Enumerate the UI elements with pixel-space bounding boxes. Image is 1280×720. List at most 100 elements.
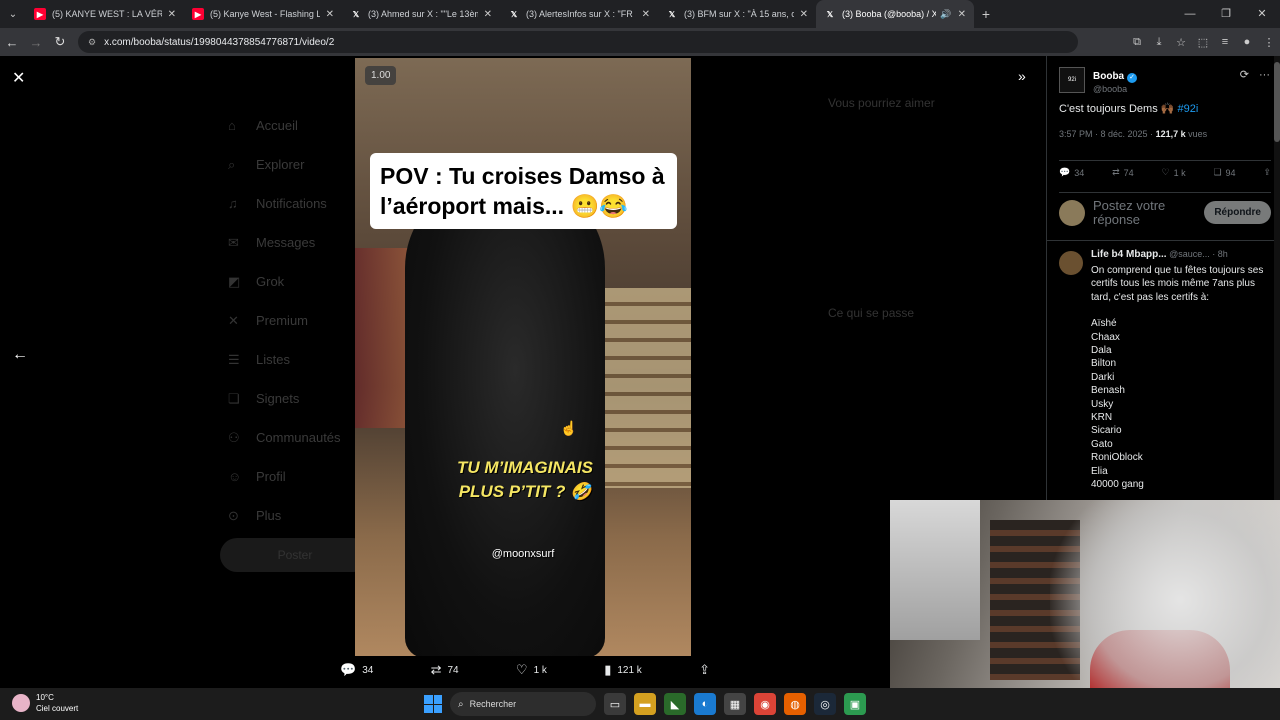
comment-author[interactable]: Life b4 Mbapp... (1091, 249, 1167, 260)
weather-widget[interactable]: 10°C Ciel couvert (12, 692, 78, 714)
firefox-icon[interactable]: ◍ (784, 693, 806, 715)
chrome-icon[interactable]: ◉ (754, 693, 776, 715)
back-icon[interactable]: ← (0, 35, 24, 50)
url-field[interactable]: ⚙ x.com/booba/status/1998044378854776871… (78, 31, 1078, 53)
close-icon[interactable]: ✕ (642, 9, 650, 20)
taskbar: 10°C Ciel couvert ⌕ Rechercher ▭ ▬ ◣ ◐ ▦ … (0, 688, 1280, 720)
close-icon[interactable]: ✕ (12, 68, 25, 88)
reply-input[interactable]: Postez votre réponse (1093, 198, 1204, 227)
comment-header: Life b4 Mbapp... @sauce... · 8h (1091, 249, 1269, 260)
comment-item[interactable]: Life b4 Mbapp... @sauce... · 8h On compr… (1047, 240, 1280, 500)
close-icon[interactable]: ✕ (484, 9, 492, 20)
tab-search-icon[interactable]: ⌄ (0, 0, 26, 28)
edge-icon[interactable]: ◐ (694, 693, 716, 715)
share-button[interactable]: ⇪ (1263, 167, 1271, 178)
weather-temp: 10°C (36, 693, 54, 702)
expand-panel-icon[interactable]: » (1018, 68, 1026, 84)
close-icon[interactable]: ✕ (800, 9, 808, 20)
heart-icon: ♡ (1161, 167, 1170, 177)
more-options-icon[interactable]: ··· (1259, 69, 1270, 81)
taskbar-apps: ▭ ▬ ◣ ◐ ▦ ◉ ◍ ◎ ▣ (604, 693, 866, 715)
speaker-icon[interactable]: 🔊 (940, 9, 951, 20)
browser-tab[interactable]: ▶ (5) Kanye West - Flashing Light ✕ (184, 0, 342, 28)
list-item: RoniOblock (1091, 452, 1143, 464)
share-button[interactable]: ⇪ (699, 662, 710, 678)
list-item: Chaax (1091, 331, 1120, 343)
like-button[interactable]: ♡ 1 k (516, 662, 547, 678)
forward-icon[interactable]: → (24, 35, 48, 50)
like-button[interactable]: ♡ 1 k (1162, 167, 1186, 178)
views-button[interactable]: ▮ 121 k (604, 662, 642, 678)
bg-nav-item: ❏ Signets (228, 390, 300, 407)
video-caption: POV : Tu croises Damso à l’aéroport mais… (370, 153, 677, 229)
url-text: x.com/booba/status/1998044378854776871/v… (104, 36, 335, 48)
tweet-text: C'est toujours Dems 🙌🏾 #92i (1059, 103, 1199, 115)
media-icon[interactable]: ≡ (1214, 36, 1236, 49)
repost-button[interactable]: ⇄ 74 (431, 662, 459, 678)
scrollbar-thumb[interactable] (1274, 62, 1280, 142)
profile-icon[interactable]: ● (1236, 36, 1258, 49)
new-tab-button[interactable]: + (974, 6, 998, 22)
mouse-cursor-icon: ☝ (560, 420, 578, 436)
menu-icon[interactable]: ⋮ (1258, 36, 1280, 49)
bookmark-button[interactable]: ❏ 94 (1213, 167, 1235, 178)
author-block[interactable]: 92i Booba ✓ @booba (1059, 66, 1138, 94)
youtube-icon: ▶ (34, 8, 46, 20)
browser-tab[interactable]: ▶ (5) KANYE WEST : LA VÉRITÉ CH ✕ (26, 0, 184, 28)
list-item: Dala (1091, 345, 1112, 357)
video-scene (405, 178, 605, 656)
reply-button[interactable]: 💬 34 (1059, 167, 1084, 178)
site-info-icon[interactable]: ⚙ (88, 37, 96, 48)
avatar[interactable] (1059, 251, 1083, 275)
webcam-overlay (890, 500, 1280, 688)
bookmark-star-icon[interactable]: ☆ (1170, 36, 1192, 49)
extensions-icon[interactable]: ⬚ (1192, 36, 1214, 49)
tab-title: (3) AlertesInfos sur X : "FR FL (526, 9, 636, 19)
avatar[interactable]: 92i (1059, 67, 1085, 93)
comment-handle[interactable]: @sauce... (1169, 249, 1210, 259)
tab-title: (3) Booba (@booba) / X (842, 9, 937, 19)
store-icon[interactable]: ▦ (724, 693, 746, 715)
reply-submit-button[interactable]: Répondre (1204, 201, 1271, 224)
panel-icons: ⟳ ··· (1230, 68, 1270, 81)
app-icon[interactable]: ▣ (844, 693, 866, 715)
minimize-icon[interactable]: — (1172, 0, 1208, 28)
list-item: Aïshé (1091, 318, 1117, 330)
playback-speed-badge[interactable]: 1.00 (365, 66, 397, 85)
nvidia-icon[interactable]: ◣ (664, 693, 686, 715)
close-icon[interactable]: ✕ (958, 9, 966, 20)
search-icon: ⌕ (458, 698, 464, 710)
video-overlay-text: TU M’IMAGINAIS PLUS P’TIT ? 🤣 (457, 458, 593, 501)
close-window-icon[interactable]: ✕ (1244, 0, 1280, 28)
list-item: Bilton (1091, 358, 1117, 370)
list-item: KRN (1091, 412, 1113, 424)
close-icon[interactable]: ✕ (326, 9, 334, 20)
reply-button[interactable]: 💬 34 (340, 662, 373, 678)
close-icon[interactable]: ✕ (168, 9, 176, 20)
back-arrow-icon[interactable]: ← (12, 346, 28, 364)
hashtag-link[interactable]: #92i (1178, 103, 1199, 115)
cast-icon[interactable]: ⧉ (1126, 36, 1148, 49)
start-button[interactable] (424, 695, 442, 713)
author-handle[interactable]: @booba (1093, 84, 1137, 94)
browser-tab[interactable]: 𝕏 (3) BFM sur X : "À 15 ans, cet ad ✕ (658, 0, 816, 28)
bg-nav-item: ⚇ Communautés (228, 429, 341, 446)
file-explorer-icon[interactable]: ▬ (634, 693, 656, 715)
webcam-scene (1050, 500, 1280, 688)
author-name[interactable]: Booba (1093, 71, 1124, 82)
browser-tab[interactable]: 𝕏 (3) AlertesInfos sur X : "FR FL ✕ (500, 0, 658, 28)
taskbar-search[interactable]: ⌕ Rechercher (450, 692, 596, 716)
bg-nav-item: ♫ Notifications (228, 196, 327, 211)
browser-tab-active[interactable]: 𝕏 (3) Booba (@booba) / X 🔊 ✕ (816, 0, 974, 28)
task-view-icon[interactable]: ▭ (604, 693, 626, 715)
grok-icon[interactable]: ⟳ (1240, 69, 1249, 81)
comment-icon: 💬 (340, 662, 357, 677)
reload-icon[interactable]: ↻ (48, 34, 72, 50)
steam-icon[interactable]: ◎ (814, 693, 836, 715)
browser-tab[interactable]: 𝕏 (3) Ahmed sur X : ""Le 13ème a ✕ (342, 0, 500, 28)
maximize-icon[interactable]: ❐ (1208, 0, 1244, 28)
repost-icon: ⇄ (1112, 167, 1120, 177)
video-player[interactable]: 1.00 POV : Tu croises Damso à l’aéroport… (355, 58, 691, 656)
install-icon[interactable]: ⤓ (1148, 36, 1170, 49)
repost-button[interactable]: ⇄ 74 (1112, 167, 1134, 178)
